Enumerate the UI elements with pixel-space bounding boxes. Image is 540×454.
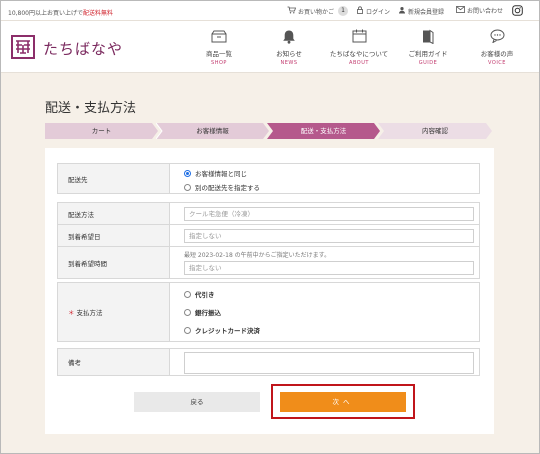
radio-icon (184, 290, 191, 298)
top-bar: 10,800円以上お買い上げで配送料無料 お買い物かご 1 ログイン 新規会員登… (1, 1, 539, 21)
speech-bubble-icon (466, 27, 528, 45)
nav-shop-label: 商品一覧 (206, 50, 232, 58)
delivery-date-row: 到着希望日 指定しない (57, 224, 480, 247)
payment-credit-label: クレジットカード決済 (195, 327, 260, 335)
payment-label: ＊支払方法 (58, 283, 170, 341)
radio-icon (184, 183, 191, 191)
shipping-payment-form: 配送先 お客様情報と同じ 別の配送先を指定する 配送方法 クール宅急便（冷凍） … (45, 148, 494, 434)
step-cart: カート (45, 123, 158, 139)
login-label: ログイン (366, 8, 391, 16)
contact-link[interactable]: お問い合わせ (456, 6, 503, 15)
box-icon (188, 27, 250, 45)
step-customer-info: お客様情報 (156, 123, 269, 139)
payment-cod-label: 代引き (195, 291, 215, 299)
radio-icon (184, 326, 191, 334)
destination-other-option[interactable]: 別の配送先を指定する (184, 182, 260, 192)
delivery-time-label: 到着希望時間 (58, 247, 170, 278)
cart-count-badge: 1 (338, 6, 349, 16)
shipping-method-select[interactable]: クール宅急便（冷凍） (184, 207, 474, 221)
promo-text: 10,800円以上お買い上げで (8, 10, 83, 17)
nav-guide-sub: GUIDE (418, 60, 438, 66)
register-label: 新規会員登録 (408, 8, 445, 16)
promo-highlight: 配送料無料 (83, 10, 114, 17)
bell-icon (258, 27, 320, 45)
nav-shop-sub: SHOP (211, 60, 227, 66)
radio-icon (184, 308, 191, 316)
nav-voice[interactable]: お客様の声 VOICE (466, 27, 528, 66)
cart-link[interactable]: お買い物かご 1 (287, 6, 349, 16)
nav-guide[interactable]: ご利用ガイド GUIDE (397, 27, 459, 66)
remarks-label: 備考 (58, 349, 170, 375)
logo-mark-icon (11, 35, 35, 59)
payment-label-text: 支払方法 (76, 309, 103, 317)
nav-news[interactable]: お知らせ NEWS (258, 27, 320, 66)
cart-label: お買い物かご (298, 8, 335, 16)
delivery-time-row: 到着希望時間 最短 2023-02-18 の午前中からご指定いただけます。 指定… (57, 246, 480, 279)
step-confirm-label: 内容確認 (422, 127, 448, 135)
step-confirm: 内容確認 (378, 123, 492, 139)
next-button-highlight (271, 384, 415, 419)
book-icon (397, 27, 459, 45)
destination-label: 配送先 (58, 164, 170, 193)
payment-bank-label: 銀行振込 (195, 309, 221, 317)
payment-bank-option[interactable]: 銀行振込 (184, 307, 221, 317)
delivery-date-select[interactable]: 指定しない (184, 229, 474, 243)
contact-label: お問い合わせ (467, 8, 504, 15)
delivery-date-label: 到着希望日 (58, 225, 170, 246)
mail-icon (456, 6, 465, 15)
destination-same-label: お客様情報と同じ (195, 170, 247, 178)
cart-icon (287, 6, 297, 16)
page-title: 配送・支払方法 (45, 101, 137, 116)
payment-credit-option[interactable]: クレジットカード決済 (184, 325, 260, 335)
remarks-row: 備考 (57, 348, 480, 376)
register-link[interactable]: 新規会員登録 (398, 6, 444, 16)
payment-row: ＊支払方法 代引き 銀行振込 クレジットカード決済 (57, 282, 480, 342)
delivery-time-note: 最短 2023-02-18 の午前中からご指定いただけます。 (184, 252, 331, 259)
user-icon (398, 6, 406, 16)
calendar-icon (328, 27, 390, 45)
remarks-textarea[interactable] (184, 352, 474, 374)
required-mark: ＊ (68, 309, 75, 317)
nav-about-sub: ABOUT (349, 60, 369, 66)
nav-voice-sub: VOICE (488, 60, 506, 66)
shipping-method-row: 配送方法 クール宅急便（冷凍） (57, 202, 480, 225)
instagram-icon[interactable] (512, 5, 523, 18)
nav-shop[interactable]: 商品一覧 SHOP (188, 27, 250, 66)
payment-cod-option[interactable]: 代引き (184, 289, 215, 299)
back-button[interactable]: 戻る (134, 392, 260, 412)
nav-news-label: お知らせ (276, 50, 302, 58)
delivery-time-select[interactable]: 指定しない (184, 261, 474, 275)
destination-other-label: 別の配送先を指定する (195, 184, 260, 192)
destination-same-option[interactable]: お客様情報と同じ (184, 168, 247, 178)
nav-guide-label: ご利用ガイド (408, 50, 448, 58)
logo-text: たちばなや (43, 40, 124, 58)
nav-about-label: たちばなやについて (329, 50, 389, 58)
nav-news-sub: NEWS (280, 60, 298, 66)
step-cart-label: カート (91, 127, 112, 135)
step-customer-info-label: お客様情報 (196, 127, 229, 135)
destination-row: 配送先 お客様情報と同じ 別の配送先を指定する (57, 163, 480, 194)
login-link[interactable]: ログイン (356, 6, 390, 16)
nav-about[interactable]: たちばなやについて ABOUT (328, 27, 390, 66)
step-shipping-payment: 配送・支払方法 (267, 123, 380, 139)
checkout-steps: カート お客様情報 配送・支払方法 内容確認 (45, 123, 492, 139)
shipping-method-label: 配送方法 (58, 203, 170, 224)
step-shipping-payment-label: 配送・支払方法 (300, 127, 347, 135)
free-shipping-notice: 10,800円以上お買い上げで配送料無料 (8, 8, 113, 17)
site-header: たちばなや 商品一覧 SHOP お知らせ NEWS たちばなやについて ABOU… (1, 21, 539, 73)
radio-selected-icon (184, 169, 191, 177)
login-icon (356, 6, 364, 16)
nav-voice-label: お客様の声 (480, 50, 514, 58)
